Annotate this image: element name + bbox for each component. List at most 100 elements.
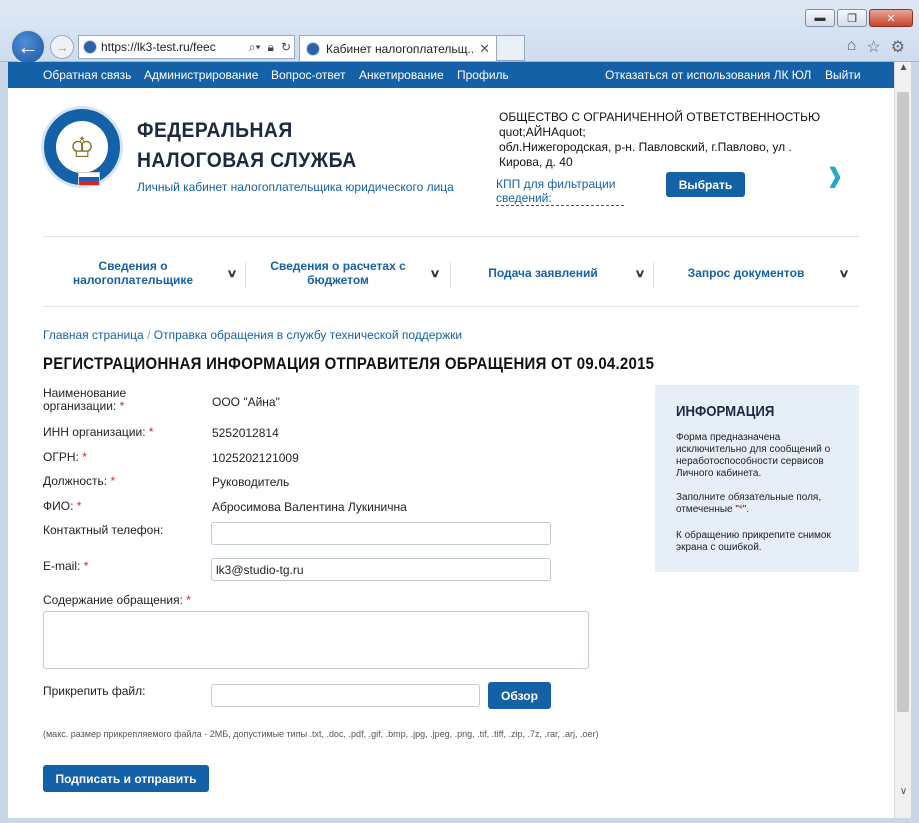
org-address-line2: Кирова, д. 40 — [499, 155, 573, 169]
search-icon[interactable]: ⌕▾ — [249, 40, 261, 55]
content-label: Содержание обращения: * — [43, 594, 191, 607]
scroll-thumb[interactable] — [897, 92, 909, 712]
nav-feedback[interactable]: Обратная связь — [43, 68, 131, 82]
breadcrumb-separator: / — [147, 328, 151, 342]
browser-tab[interactable]: Кабинет налогоплательщ... ✕ — [299, 35, 497, 61]
info-panel: ИНФОРМАЦИЯ Форма предназначена исключите… — [655, 385, 859, 572]
chevron-down-icon[interactable]: ∨ — [634, 267, 645, 280]
required-mark: * — [186, 593, 191, 607]
position-label-text: Должность: — [43, 474, 108, 488]
required-mark: * — [83, 559, 89, 573]
email-label: E-mail: * — [43, 560, 88, 573]
scroll-down-icon[interactable]: ∨ — [895, 786, 912, 803]
email-input[interactable]: lk3@studio-tg.ru — [211, 558, 551, 581]
organization-info: ОБЩЕСТВО С ОГРАНИЧЕННОЙ ОТВЕТСТВЕННОСТЬЮ… — [499, 110, 829, 170]
nav-qa[interactable]: Вопрос-ответ — [271, 68, 345, 82]
nav-survey[interactable]: Анкетирование — [359, 68, 444, 82]
phone-input[interactable] — [211, 522, 551, 545]
file-hint: (макс. размер прикрепляемого файла - 2МБ… — [43, 729, 599, 739]
chevron-down-icon[interactable]: ∨ — [838, 267, 849, 280]
submit-button[interactable]: Подписать и отправить — [43, 765, 209, 792]
nav-profile[interactable]: Профиль — [457, 68, 509, 82]
window-frame-bottom — [0, 818, 919, 823]
lock-icon[interactable]: 🔒︎ — [268, 40, 274, 55]
required-mark: * — [110, 474, 116, 488]
info-required-text-end: ". — [742, 504, 750, 515]
top-navigation: Обратная связь Администрирование Вопрос-… — [8, 62, 894, 88]
new-tab-button[interactable] — [497, 35, 525, 61]
kpp-filter-link[interactable]: КПП для фильтрации сведений: — [496, 177, 624, 206]
favicon-icon — [306, 41, 320, 56]
position-value: Руководитель — [212, 475, 290, 489]
inn-label-text: ИНН организации: — [43, 425, 146, 439]
russian-flag-icon — [78, 172, 100, 186]
back-arrow-icon[interactable]: ← — [10, 29, 46, 65]
forward-arrow-icon[interactable]: → — [50, 35, 74, 59]
fio-value: Абросимова Валентина Лукинична — [212, 500, 407, 514]
info-title: ИНФОРМАЦИЯ — [676, 403, 775, 420]
menu-budget-settlements[interactable]: Сведения о расчетах с бюджетом — [258, 248, 418, 298]
ogrn-value: 1025202121009 — [212, 451, 299, 465]
info-text-required: Заполните обязательные поля, отмеченные … — [676, 492, 846, 516]
position-label: Должность: * — [43, 475, 115, 488]
close-window-button[interactable]: ✕ — [869, 9, 913, 27]
attach-label: Прикрепить файл: — [43, 684, 146, 698]
email-label-text: E-mail: — [43, 559, 81, 573]
menu-taxpayer-info[interactable]: Сведения о налогоплательщике — [53, 248, 213, 298]
browser-tools: ⌂ ☆ ⚙ — [847, 37, 905, 57]
org-name: ОБЩЕСТВО С ОГРАНИЧЕННОЙ ОТВЕТСТВЕННОСТЬЮ — [499, 110, 821, 124]
eagle-emblem-icon: ♔ — [56, 121, 108, 173]
site-title: ФЕДЕРАЛЬНАЯ НАЛОГОВАЯ СЛУЖБА — [137, 116, 357, 176]
nav-admin[interactable]: Администрирование — [144, 68, 258, 82]
browse-button[interactable]: Обзор — [488, 682, 551, 709]
required-mark: * — [119, 399, 125, 413]
menu-applications[interactable]: Подача заявлений — [463, 248, 623, 298]
divider — [43, 236, 859, 237]
org-name-value: ООО "Айна" — [212, 395, 280, 409]
content-textarea[interactable] — [43, 611, 589, 669]
tab-close-icon[interactable]: ✕ — [479, 41, 490, 57]
refresh-icon[interactable]: ↻ — [281, 40, 291, 54]
info-text-screenshot: К обращению прикрепите снимок экрана с о… — [676, 530, 831, 553]
address-url[interactable]: https://lk3-test.ru/feec — [101, 40, 245, 54]
ogrn-label: ОГРН: * — [43, 451, 87, 464]
menu-documents-request[interactable]: Запрос документов — [666, 248, 826, 298]
site-title-line1: ФЕДЕРАЛЬНАЯ — [137, 119, 293, 142]
org-address: обл.Нижегородская, р-н. Павловский, г.Па… — [499, 140, 792, 154]
breadcrumb-home[interactable]: Главная страница — [43, 328, 144, 342]
nav-refuse[interactable]: Отказаться от использования ЛК ЮЛ — [605, 68, 811, 82]
breadcrumb-current[interactable]: Отправка обращения в службу технической … — [154, 328, 462, 342]
star-icon[interactable]: ☆ — [866, 37, 880, 57]
chevron-right-icon[interactable]: › — [828, 143, 842, 205]
fio-label-text: ФИО: — [43, 499, 74, 513]
gear-icon[interactable]: ⚙ — [891, 37, 905, 57]
chevron-down-icon[interactable]: ∨ — [429, 267, 440, 280]
content-label-text: Содержание обращения: — [43, 593, 183, 607]
ogrn-label-text: ОГРН: — [43, 450, 79, 464]
nav-logout[interactable]: Выйти — [825, 68, 861, 82]
info-text-purpose: Форма предназначена исключительно для со… — [676, 432, 831, 479]
phone-label: Контактный телефон: — [43, 523, 164, 537]
inn-label: ИНН организации: * — [43, 426, 154, 439]
file-path-input[interactable] — [211, 684, 480, 707]
site-subtitle: Личный кабинет налогоплательщика юридиче… — [137, 180, 454, 194]
menu-separator — [653, 262, 654, 288]
menu-separator — [450, 262, 451, 288]
home-icon[interactable]: ⌂ — [847, 37, 857, 57]
scroll-up-icon[interactable]: ▲ — [895, 62, 912, 79]
page-content: Обратная связь Администрирование Вопрос-… — [8, 62, 894, 823]
address-bar[interactable]: https://lk3-test.ru/feec ⌕▾ 🔒︎ ↻ — [78, 35, 295, 59]
required-mark: * — [76, 499, 82, 513]
tab-title: Кабинет налогоплательщ... — [326, 41, 474, 56]
required-mark: * — [82, 450, 87, 464]
site-title-line2: НАЛОГОВАЯ СЛУЖБА — [137, 149, 357, 172]
minimize-button[interactable]: ▬ — [805, 9, 835, 27]
fio-label: ФИО: * — [43, 500, 81, 513]
choose-button[interactable]: Выбрать — [666, 172, 745, 197]
vertical-scrollbar[interactable]: ▲ ∨ — [894, 62, 911, 823]
required-mark: * — [148, 425, 154, 439]
breadcrumb: Главная страница / Отправка обращения в … — [43, 328, 462, 342]
favicon-icon — [83, 40, 97, 54]
chevron-down-icon[interactable]: ∨ — [226, 267, 237, 280]
maximize-button[interactable]: ❐ — [837, 9, 867, 27]
